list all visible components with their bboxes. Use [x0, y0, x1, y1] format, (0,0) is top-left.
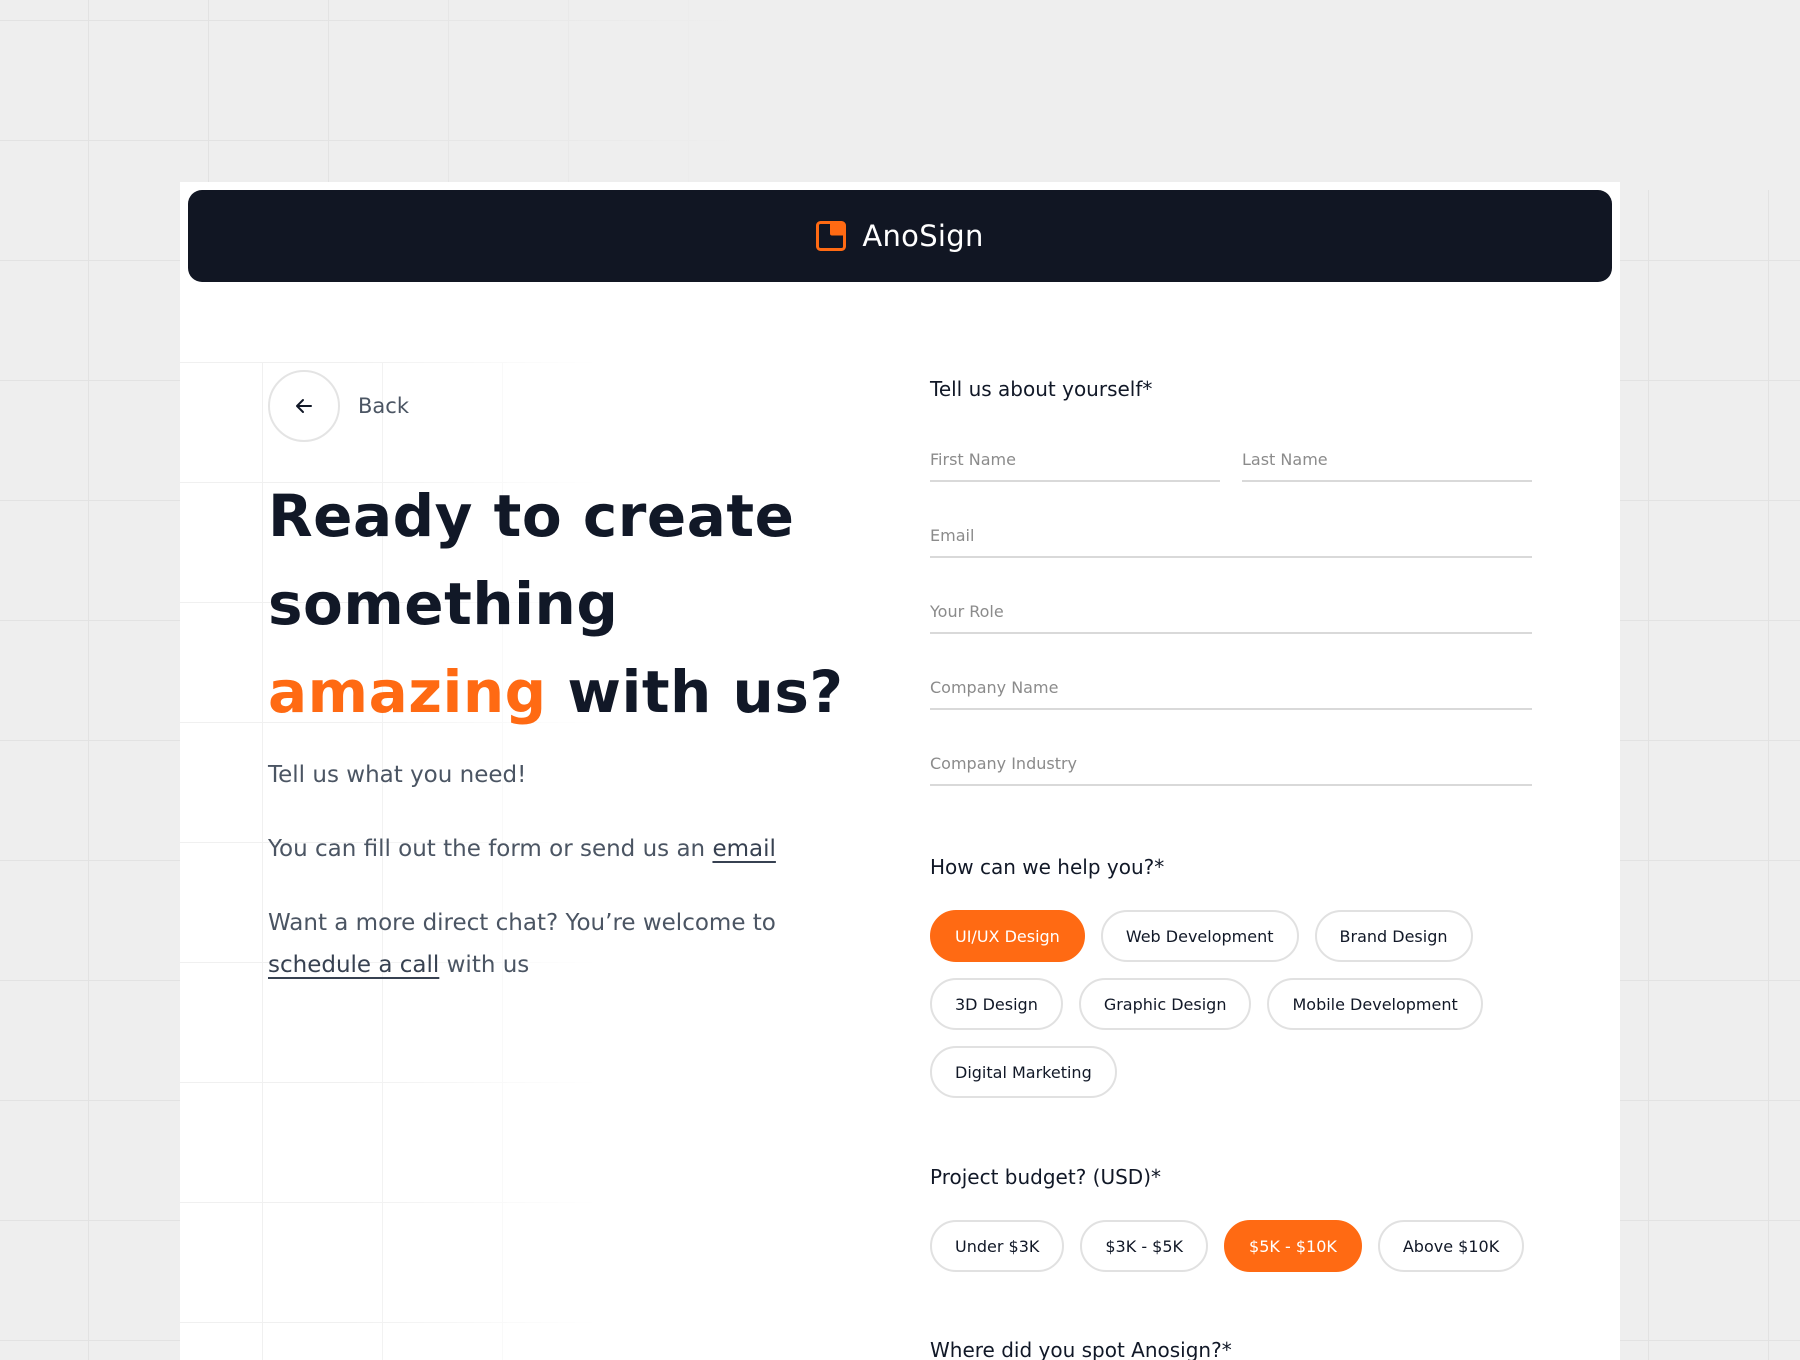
- budget-chip[interactable]: Under $3K: [930, 1220, 1065, 1272]
- intro-paragraph-1: Tell us what you need!: [268, 762, 527, 788]
- help-section-title: How can we help you?*: [930, 855, 1165, 879]
- logo-icon: [816, 221, 847, 251]
- first-name-field: [930, 432, 1220, 482]
- company-industry-field: [930, 736, 1532, 786]
- back-circle[interactable]: [268, 370, 340, 442]
- company-name-field: [930, 660, 1532, 710]
- budget-section-title: Project budget? (USD)*: [930, 1165, 1162, 1189]
- email-link[interactable]: email: [712, 836, 775, 862]
- last-name-field: [1242, 432, 1532, 482]
- services-chip-group: UI/UX Design Web Development Brand Desig…: [930, 910, 1550, 1098]
- company-industry-input[interactable]: [930, 736, 1532, 784]
- call-text: Want a more direct chat? You’re welcome …: [268, 910, 776, 936]
- headline-line-1: Ready to create: [268, 482, 795, 550]
- headline-line-3: with us?: [546, 658, 844, 726]
- service-chip[interactable]: Brand Design: [1314, 910, 1473, 962]
- service-chip[interactable]: UI/UX Design: [930, 910, 1085, 962]
- source-section-title: Where did you spot Anosign?*: [930, 1338, 1232, 1360]
- arrow-left-icon: [296, 399, 312, 413]
- role-field: [930, 584, 1532, 634]
- company-name-input[interactable]: [930, 660, 1532, 708]
- role-input[interactable]: [930, 584, 1532, 632]
- budget-chip[interactable]: $5K - $10K: [1224, 1220, 1362, 1272]
- top-navbar: AnoSign: [188, 190, 1612, 282]
- intro-paragraph-2: You can fill out the form or send us an …: [268, 828, 858, 870]
- budget-chip[interactable]: $3K - $5K: [1080, 1220, 1209, 1272]
- service-chip[interactable]: 3D Design: [930, 978, 1063, 1030]
- email-field: [930, 508, 1532, 558]
- back-label: Back: [358, 394, 409, 418]
- schedule-call-link[interactable]: schedule a call: [268, 952, 439, 978]
- background-fade: [300, 0, 1800, 190]
- intro-paragraph-3: Want a more direct chat? You’re welcome …: [268, 902, 858, 986]
- contact-card: AnoSign Back Ready to create something a…: [180, 182, 1620, 1360]
- headline-accent-word: amazing: [268, 658, 547, 726]
- budget-chip-group: Under $3K $3K - $5K $5K - $10K Above $10…: [930, 1220, 1550, 1272]
- first-name-input[interactable]: [930, 432, 1220, 480]
- last-name-input[interactable]: [1242, 432, 1532, 480]
- page-headline: Ready to create something amazing with u…: [268, 472, 888, 736]
- about-section-title: Tell us about yourself*: [930, 377, 1153, 401]
- budget-chip[interactable]: Above $10K: [1377, 1220, 1525, 1272]
- service-chip[interactable]: Digital Marketing: [930, 1046, 1117, 1098]
- intro-copy: Tell us what you need! You can fill out …: [268, 754, 858, 1018]
- service-chip[interactable]: Mobile Development: [1267, 978, 1483, 1030]
- email-input[interactable]: [930, 508, 1532, 556]
- email-text: You can fill out the form or send us an: [268, 836, 713, 862]
- call-tail-text: with us: [439, 952, 530, 978]
- service-chip[interactable]: Graphic Design: [1078, 978, 1252, 1030]
- brand-name[interactable]: AnoSign: [862, 219, 983, 253]
- back-button[interactable]: Back: [268, 370, 409, 442]
- service-chip[interactable]: Web Development: [1100, 910, 1299, 962]
- headline-line-2: something: [268, 570, 619, 638]
